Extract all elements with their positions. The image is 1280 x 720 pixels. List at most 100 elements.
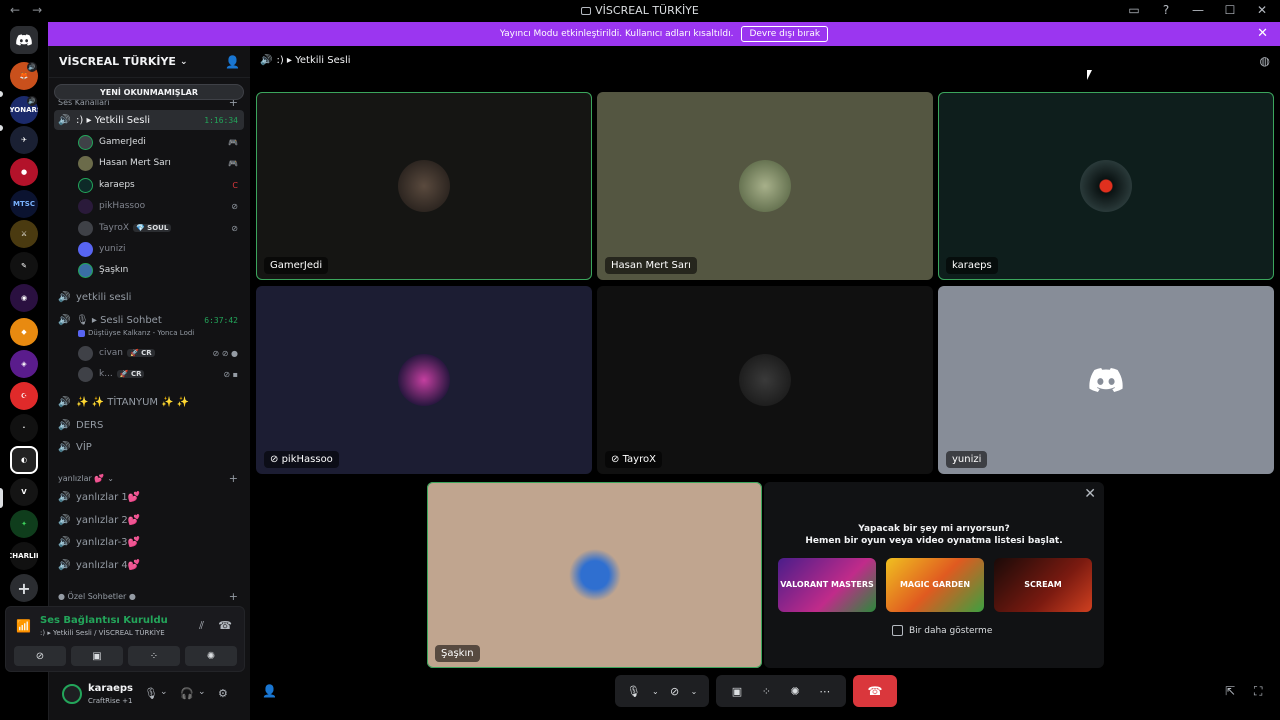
window-title-text: VİSCREAL TÜRKİYE [595, 4, 699, 17]
server-blue-icon[interactable]: ✈ [10, 126, 38, 154]
channel-vip[interactable]: 🔊 VİP [54, 437, 244, 457]
fullscreen-icon[interactable]: ⛶ [1254, 684, 1262, 699]
signal-icon[interactable]: 📶 [16, 619, 31, 633]
username[interactable]: karaeps [88, 683, 133, 694]
channel-yanlizlar-3[interactable]: 🔊 yanlızlar-3💕 [54, 532, 244, 552]
voice-member[interactable]: GamerJedi 🎮 [78, 132, 244, 152]
soundboard-button[interactable]: ✺ [185, 646, 237, 666]
chevron-down-icon[interactable]: ⌄ [652, 687, 659, 696]
activity-icon: 🎮 [228, 137, 238, 147]
add-channel-icon[interactable]: + [229, 472, 238, 485]
category-ozel-sohbetler[interactable]: ● Özel Sohbetler ● + [58, 588, 244, 604]
voice-member[interactable]: k... 🚀 CR ⊘ ▪ [78, 364, 244, 384]
forward-icon[interactable]: → [32, 3, 42, 17]
channel-sesli-sohbet[interactable]: 🔊 🎙 ▸ Sesli Sohbet 6:37:42 [54, 310, 244, 330]
speaker-icon: 🔊 [260, 55, 273, 66]
voice-member[interactable]: civan 🚀 CR ⊘ ⊘ ● [78, 343, 244, 363]
disconnect-icon[interactable]: ☎ [218, 619, 232, 632]
microphone-icon[interactable]: 🎙 [144, 687, 158, 700]
voice-member[interactable]: yunizi [78, 239, 244, 259]
settings-gear-icon[interactable]: ⚙ [218, 687, 228, 700]
dont-show-again-checkbox[interactable]: Bir daha gösterme [892, 625, 992, 636]
channel-titanyum[interactable]: 🔊 ✨ ✨ TİTANYUM ✨ ✨ [54, 392, 244, 412]
invite-to-call-icon[interactable]: 👤 [262, 684, 277, 698]
channel-yanlizlar-2[interactable]: 🔊 yanlızlar 2💕 [54, 510, 244, 530]
screen-share-button[interactable]: ▣ [71, 646, 123, 666]
checkbox-icon[interactable] [892, 625, 903, 636]
server-dark-icon[interactable]: · [10, 414, 38, 442]
participant-tile[interactable]: Hasan Mert Sarı [597, 92, 933, 280]
participant-tile[interactable]: ⊘ pikHassoo [256, 286, 592, 474]
screen-share-icon[interactable]: ▣ [732, 685, 742, 698]
participant-tile[interactable]: GamerJedi [256, 92, 592, 280]
server-script-icon[interactable]: ✎ [10, 252, 38, 280]
banner-close-icon[interactable]: ✕ [1257, 26, 1268, 41]
server-charlie-icon[interactable]: CHARLIE [10, 542, 38, 570]
back-icon[interactable]: ← [10, 3, 20, 17]
voice-status[interactable]: Ses Bağlantısı Kuruldu [40, 615, 168, 626]
avatar[interactable] [62, 684, 82, 704]
add-server-icon[interactable]: + [10, 574, 38, 602]
headphones-icon[interactable]: 🎧 [180, 687, 194, 700]
microphone-icon[interactable]: 🎙 [627, 685, 641, 698]
voice-member[interactable]: TayroX 💎 SOUL ⊘ [78, 218, 244, 238]
channel-yetkili-sesli[interactable]: 🔊 :) ▸ Yetkili Sesli 1:16:34 [54, 110, 244, 130]
participant-tile[interactable]: karaeps [938, 92, 1274, 280]
help-icon[interactable]: ? [1158, 2, 1174, 18]
server-mtsc-icon[interactable]: MTSC [10, 190, 38, 218]
game-card[interactable]: VALORANT MASTERS [778, 558, 876, 612]
voice-location[interactable]: :) ▸ Yetkili Sesli / VİSCREAL TÜRKİYE [40, 629, 165, 637]
server-gold-icon[interactable]: ⚔ [10, 220, 38, 248]
game-card[interactable]: SCREAM [994, 558, 1092, 612]
channel-yanlizlar-4[interactable]: 🔊 yanlızlar 4💕 [54, 555, 244, 575]
close-icon[interactable]: ✕ [1084, 486, 1096, 502]
channel-yanlizlar-1[interactable]: 🔊 yanlızlar 1💕 [54, 487, 244, 507]
category-yanlizlar[interactable]: yanlızlar 💕 ⌄ + [58, 470, 244, 486]
channel-yetkili-sesli-2[interactable]: 🔊 yetkili sesli [54, 287, 244, 307]
close-window-icon[interactable]: ✕ [1254, 2, 1270, 18]
camera-off-icon[interactable]: ⊘ [670, 685, 679, 698]
member-name: pikHassoo [99, 201, 146, 211]
participant-tile[interactable]: ⊘ TayroX [597, 286, 933, 474]
game-card[interactable]: MAGIC GARDEN [886, 558, 984, 612]
noise-suppression-icon[interactable]: ⫽ [199, 619, 204, 633]
more-options-icon[interactable]: ⋯ [819, 685, 830, 698]
server-active-icon[interactable]: ◐ [10, 446, 38, 474]
popout-icon[interactable]: ⇱ [1225, 684, 1235, 698]
add-channel-icon[interactable]: + [229, 590, 238, 603]
server-header[interactable]: VİSCREAL TÜRKİYE ⌄ 👤 [49, 46, 250, 78]
activities-button[interactable]: ⁘ [128, 646, 180, 666]
disable-streamer-mode-button[interactable]: Devre dışı bırak [741, 26, 829, 42]
camera-off-button[interactable]: ⊘ [14, 646, 66, 666]
server-violet-icon[interactable]: ◈ [10, 350, 38, 378]
maximize-icon[interactable]: ☐ [1222, 2, 1238, 18]
disconnect-call-button[interactable]: ☎ [853, 675, 897, 707]
invite-user-icon[interactable]: 👤 [225, 55, 240, 69]
soundboard-icon[interactable]: ✺ [790, 685, 799, 698]
chevron-down-icon[interactable]: ⌄ [198, 687, 206, 697]
threads-icon[interactable]: ◍ [1260, 54, 1270, 68]
minimize-icon[interactable]: — [1190, 2, 1206, 18]
participant-tile[interactable]: Şaşkın [427, 482, 762, 668]
chevron-down-icon[interactable]: ⌄ [160, 687, 168, 697]
server-purple-icon[interactable]: ◉ [10, 284, 38, 312]
server-turkey-icon[interactable]: ☪ [10, 382, 38, 410]
call-header: 🔊:) ▸ Yetkili Sesli [260, 55, 351, 66]
voice-member[interactable]: Hasan Mert Sarı 🎮 [78, 153, 244, 173]
member-name: TayroX [99, 223, 130, 233]
inbox-icon[interactable]: ▭ [1126, 2, 1142, 18]
server-orange-icon[interactable]: ◆ [10, 318, 38, 346]
voice-member[interactable]: pikHassoo ⊘ [78, 196, 244, 216]
new-unreads-button[interactable]: YENİ OKUNMAMIŞLAR [54, 84, 244, 100]
activities-icon[interactable]: ⁘ [762, 685, 771, 698]
channel-ders[interactable]: 🔊 DERS [54, 415, 244, 435]
muted-icon: ⊘ ▪ [223, 369, 238, 379]
voice-member[interactable]: karaeps C [78, 175, 244, 195]
chevron-down-icon[interactable]: ⌄ [691, 687, 698, 696]
server-viscreal-icon[interactable]: V [10, 478, 38, 506]
participant-tile[interactable]: yunizi [938, 286, 1274, 474]
home-discord-icon[interactable] [10, 26, 38, 54]
server-red-icon[interactable]: ● [10, 158, 38, 186]
voice-member[interactable]: Şaşkın [78, 260, 244, 280]
server-green-icon[interactable]: ✦ [10, 510, 38, 538]
